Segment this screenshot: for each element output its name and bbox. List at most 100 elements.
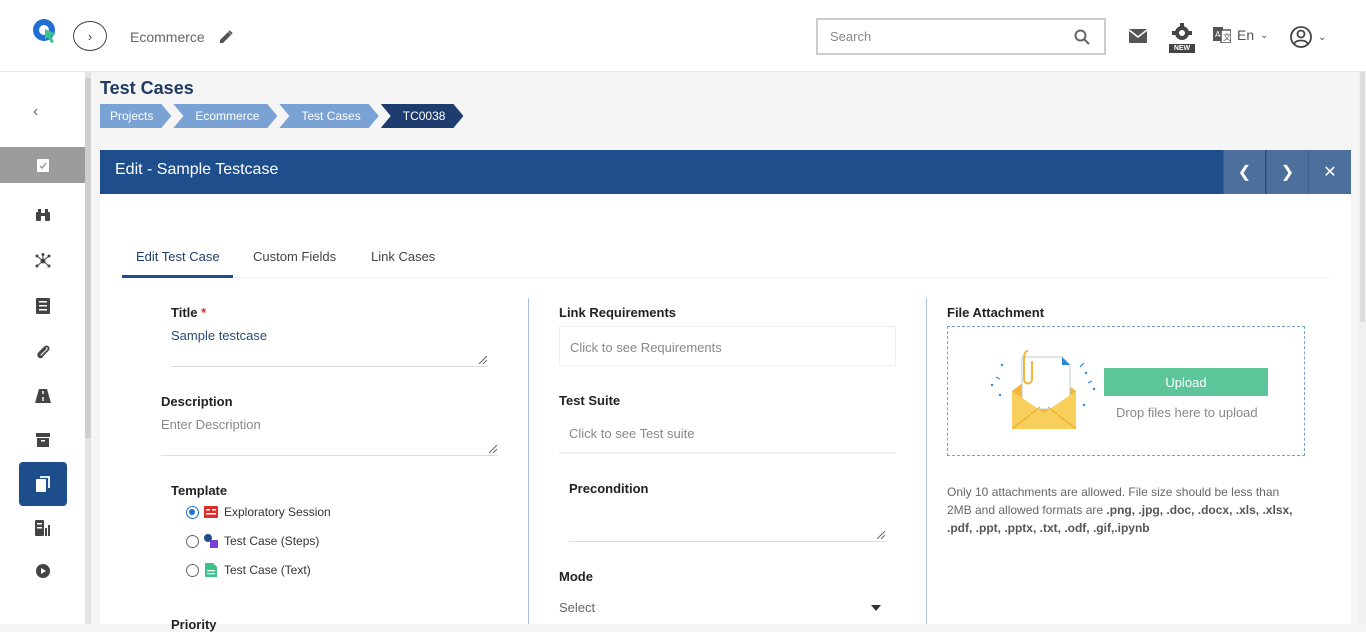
gear-icon (1172, 23, 1192, 40)
priority-label: Priority (171, 617, 217, 632)
sidebar-item-archive[interactable] (0, 422, 85, 458)
caret-down-icon (871, 605, 881, 611)
breadcrumb-ecommerce[interactable]: Ecommerce (173, 104, 277, 128)
description-input[interactable]: Enter Description (161, 417, 261, 432)
sidebar-item-execution[interactable] (0, 553, 85, 589)
sidebar-item-roads[interactable] (0, 378, 85, 414)
search-input[interactable] (830, 29, 1070, 44)
tab-bar: Edit Test Case Custom Fields Link Cases (122, 238, 1329, 278)
edit-pencil-icon[interactable] (219, 30, 233, 44)
template-option-label: Test Case (Steps) (224, 534, 320, 548)
precondition-label: Precondition (569, 481, 649, 496)
archive-icon (35, 433, 50, 447)
search-icon[interactable] (1074, 29, 1090, 45)
page-title: Test Cases (100, 78, 194, 98)
sidebar-item-reports[interactable] (0, 510, 85, 546)
panel-title: Edit - Sample Testcase (115, 161, 279, 178)
document-list-icon (35, 298, 50, 314)
upload-button[interactable]: Upload (1104, 368, 1268, 396)
radio-button[interactable] (186, 563, 199, 577)
chevron-right-icon: › (87, 28, 93, 44)
app-logo-icon[interactable] (32, 18, 58, 44)
user-avatar-icon (1290, 26, 1312, 48)
language-label: En (1237, 27, 1255, 43)
new-badge: NEW (1169, 44, 1195, 53)
mode-select-value: Select (559, 600, 596, 615)
attachment-note: Only 10 attachments are allowed. File si… (947, 483, 1307, 537)
svg-text:A: A (1215, 30, 1221, 39)
resize-handle-icon[interactable] (877, 531, 885, 539)
active-tab-indicator (122, 275, 233, 278)
precondition-input[interactable] (569, 541, 886, 542)
sidebar-scrollbar-thumb[interactable] (85, 78, 91, 438)
panel-header: Edit - Sample Testcase ❮ ❯ ✕ (100, 150, 1351, 194)
page-scrollbar[interactable] (1359, 72, 1366, 624)
link-requirements-placeholder: Click to see Requirements (570, 340, 722, 355)
test-suite-field[interactable]: Click to see Test suite (569, 426, 694, 441)
envelope-document-icon (990, 350, 1096, 430)
sidebar-item-requirements[interactable] (0, 288, 85, 324)
sidebar-scrollbar[interactable] (85, 72, 91, 624)
template-option-text[interactable]: Test Case (Text) (186, 563, 311, 577)
next-button[interactable]: ❯ (1266, 150, 1308, 194)
language-selector[interactable]: A 文 En ⌄ (1213, 27, 1269, 43)
file-dropzone[interactable]: Upload Drop files here to upload (947, 326, 1305, 456)
column-divider (528, 298, 529, 624)
template-option-label: Exploratory Session (224, 505, 331, 519)
user-menu[interactable]: ⌄ (1290, 26, 1326, 48)
copy-documents-icon (36, 476, 50, 492)
description-input-border (161, 455, 498, 456)
mode-label: Mode (559, 569, 593, 584)
breadcrumb-projects[interactable]: Projects (100, 104, 171, 128)
resize-handle-icon[interactable] (479, 356, 487, 364)
link-requirements-field[interactable]: Click to see Requirements (559, 326, 896, 366)
svg-text:文: 文 (1223, 32, 1231, 42)
mail-icon[interactable] (1129, 29, 1147, 43)
sidebar-item-explore[interactable] (0, 197, 85, 233)
mode-select[interactable]: Select (559, 596, 889, 618)
test-suite-label: Test Suite (559, 393, 621, 408)
link-requirements-label: Link Requirements (559, 305, 677, 320)
chevron-left-icon: ❮ (1237, 164, 1252, 181)
resize-handle-icon[interactable] (489, 445, 497, 453)
radio-button[interactable] (186, 534, 199, 548)
chevron-down-icon: ⌄ (1318, 31, 1327, 43)
title-input[interactable]: Sample testcase (171, 328, 267, 343)
collapse-sidebar-icon[interactable]: ‹ (33, 103, 38, 121)
close-icon: ✕ (1323, 164, 1337, 181)
breadcrumb: Projects Ecommerce Test Cases TC0038 (100, 104, 465, 128)
sidebar-item-dashboard[interactable] (0, 147, 85, 183)
radio-button[interactable] (186, 505, 199, 519)
test-suite-underline (559, 452, 896, 454)
report-chart-icon (34, 520, 50, 536)
clipboard-check-icon (36, 159, 49, 172)
breadcrumb-test-cases[interactable]: Test Cases (279, 104, 378, 128)
left-sidebar: ‹ (0, 72, 85, 624)
road-icon (34, 389, 51, 403)
sidebar-item-attachments[interactable] (0, 334, 85, 370)
edit-panel: Edit - Sample Testcase ❮ ❯ ✕ Edit Test C… (100, 150, 1351, 632)
binoculars-icon (35, 209, 50, 221)
page-scrollbar-thumb[interactable] (1360, 72, 1365, 322)
title-label: Title * (171, 305, 206, 320)
chevron-down-icon: ⌄ (1260, 29, 1269, 41)
sidebar-expand-button[interactable]: › (73, 21, 107, 51)
title-input-border (171, 366, 488, 367)
breadcrumb-current: TC0038 (381, 104, 464, 128)
template-option-steps[interactable]: Test Case (Steps) (186, 534, 319, 548)
tab-custom-fields[interactable]: Custom Fields (253, 249, 336, 264)
close-button[interactable]: ✕ (1308, 150, 1351, 194)
template-option-label: Test Case (Text) (224, 563, 311, 577)
tab-edit-test-case[interactable]: Edit Test Case (136, 249, 220, 264)
sidebar-item-test-cases[interactable] (19, 462, 67, 506)
drop-files-text: Drop files here to upload (1116, 405, 1258, 420)
sidebar-item-network[interactable] (0, 243, 85, 279)
project-name: Ecommerce (130, 29, 205, 45)
template-option-exploratory[interactable]: Exploratory Session (186, 505, 331, 519)
tab-link-cases[interactable]: Link Cases (371, 249, 435, 264)
whats-new-icon[interactable]: NEW (1169, 22, 1195, 53)
required-marker: * (201, 305, 207, 320)
exploratory-session-icon (204, 506, 218, 518)
test-steps-icon (204, 534, 218, 548)
previous-button[interactable]: ❮ (1223, 150, 1265, 194)
